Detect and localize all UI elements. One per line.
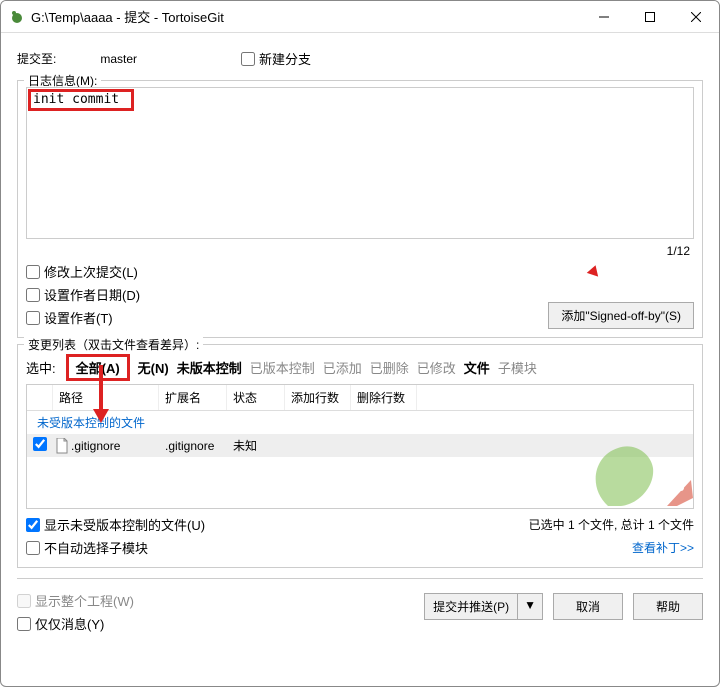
filter-deleted: 已删除: [366, 358, 413, 377]
commit-to-label: 提交至:: [17, 50, 56, 67]
no-auto-submodule-checkbox[interactable]: 不自动选择子模块: [26, 536, 148, 559]
window-title: G:\Temp\aaaa - 提交 - TortoiseGit: [31, 7, 581, 26]
col-del-lines[interactable]: 删除行数: [351, 385, 417, 410]
changes-fieldset: 变更列表（双击文件查看差异）: 选中: 全部(A) 无(N) 未版本控制 已版本…: [17, 344, 703, 568]
col-add-lines[interactable]: 添加行数: [285, 385, 351, 410]
select-label: 选中:: [26, 358, 56, 377]
separator: [17, 578, 703, 579]
commit-push-button[interactable]: 提交并推送(P) ▼: [424, 593, 543, 620]
col-ext[interactable]: 扩展名: [159, 385, 227, 410]
filter-row: 选中: 全部(A) 无(N) 未版本控制 已版本控制 已添加 已删除 已修改 文…: [26, 351, 694, 384]
selection-status: 已选中 1 个文件, 总计 1 个文件: [529, 516, 694, 533]
annotation-arrow-icon: [587, 263, 602, 276]
filter-added: 已添加: [319, 358, 366, 377]
maximize-button[interactable]: [627, 1, 673, 32]
commit-dropdown[interactable]: ▼: [517, 594, 542, 619]
commit-message-input[interactable]: [26, 87, 694, 239]
tortoisegit-icon: [9, 9, 25, 25]
watermark-icon: [573, 428, 693, 508]
filter-versioned: 已版本控制: [246, 358, 319, 377]
file-icon: [55, 438, 69, 454]
author-date-cb-input[interactable]: [26, 288, 40, 302]
highlight-box-filter: 全部(A): [66, 354, 130, 381]
filter-modified: 已修改: [413, 358, 460, 377]
only-message-cb-input[interactable]: [17, 617, 31, 631]
commit-to-row: 提交至: master 新建分支: [17, 43, 703, 74]
set-author-checkbox[interactable]: 设置作者(T): [26, 306, 140, 329]
new-branch-checkbox[interactable]: 新建分支: [241, 47, 311, 70]
amend-checkbox[interactable]: 修改上次提交(L): [26, 260, 140, 283]
row-del: [351, 443, 417, 449]
cancel-button[interactable]: 取消: [553, 593, 623, 620]
row-checkbox[interactable]: [33, 437, 47, 451]
set-author-cb-input[interactable]: [26, 311, 40, 325]
col-checkbox[interactable]: [27, 385, 53, 410]
filter-submodules: 子模块: [494, 358, 541, 377]
col-path[interactable]: 路径: [53, 385, 159, 410]
row-add: [285, 443, 351, 449]
new-branch-label: 新建分支: [259, 49, 311, 68]
show-unversioned-cb-input[interactable]: [26, 518, 40, 532]
titlebar: G:\Temp\aaaa - 提交 - TortoiseGit: [1, 1, 719, 33]
author-date-checkbox[interactable]: 设置作者日期(D): [26, 283, 140, 306]
view-patch-link[interactable]: 查看补丁>>: [632, 539, 694, 556]
minimize-button[interactable]: [581, 1, 627, 32]
log-fieldset: 日志信息(M): 1/12 修改上次提交(L) 设置作者日期(D): [17, 80, 703, 338]
no-auto-submodule-cb-input[interactable]: [26, 541, 40, 555]
footer-buttons: 提交并推送(P) ▼ 取消 帮助: [424, 589, 703, 620]
file-list[interactable]: 路径 扩展名 状态 添加行数 删除行数 未受版本控制的文件 .gitignore: [26, 384, 694, 509]
window-controls: [581, 1, 719, 32]
signed-off-button[interactable]: 添加"Signed-off-by"(S): [548, 302, 694, 329]
filter-unversioned[interactable]: 未版本控制: [173, 358, 246, 377]
amend-cb-input[interactable]: [26, 265, 40, 279]
row-ext: .gitignore: [159, 436, 227, 456]
list-header: 路径 扩展名 状态 添加行数 删除行数: [27, 385, 693, 411]
filter-files[interactable]: 文件: [460, 358, 494, 377]
row-path: .gitignore: [71, 439, 120, 453]
show-whole-project-checkbox: 显示整个工程(W): [17, 589, 134, 612]
filter-all[interactable]: 全部(A): [72, 361, 124, 376]
new-branch-cb-input[interactable]: [241, 52, 255, 66]
close-button[interactable]: [673, 1, 719, 32]
only-message-checkbox[interactable]: 仅仅消息(Y): [17, 612, 134, 635]
show-unversioned-checkbox[interactable]: 显示未受版本控制的文件(U): [26, 513, 205, 536]
content-area: 提交至: master 新建分支 日志信息(M): 1/12 修改上次提交(L): [1, 33, 719, 686]
row-status: 未知: [227, 434, 285, 457]
help-button[interactable]: 帮助: [633, 593, 703, 620]
col-status[interactable]: 状态: [227, 385, 285, 410]
status-row: 显示未受版本控制的文件(U) 已选中 1 个文件, 总计 1 个文件: [26, 513, 694, 536]
commit-dialog: G:\Temp\aaaa - 提交 - TortoiseGit 提交至: mas…: [0, 0, 720, 687]
branch-name[interactable]: master: [100, 52, 137, 66]
status-row-2: 不自动选择子模块 查看补丁>>: [26, 536, 694, 559]
filter-none[interactable]: 无(N): [134, 358, 173, 377]
char-counter: 1/12: [26, 242, 694, 260]
show-whole-project-cb-input: [17, 594, 31, 608]
